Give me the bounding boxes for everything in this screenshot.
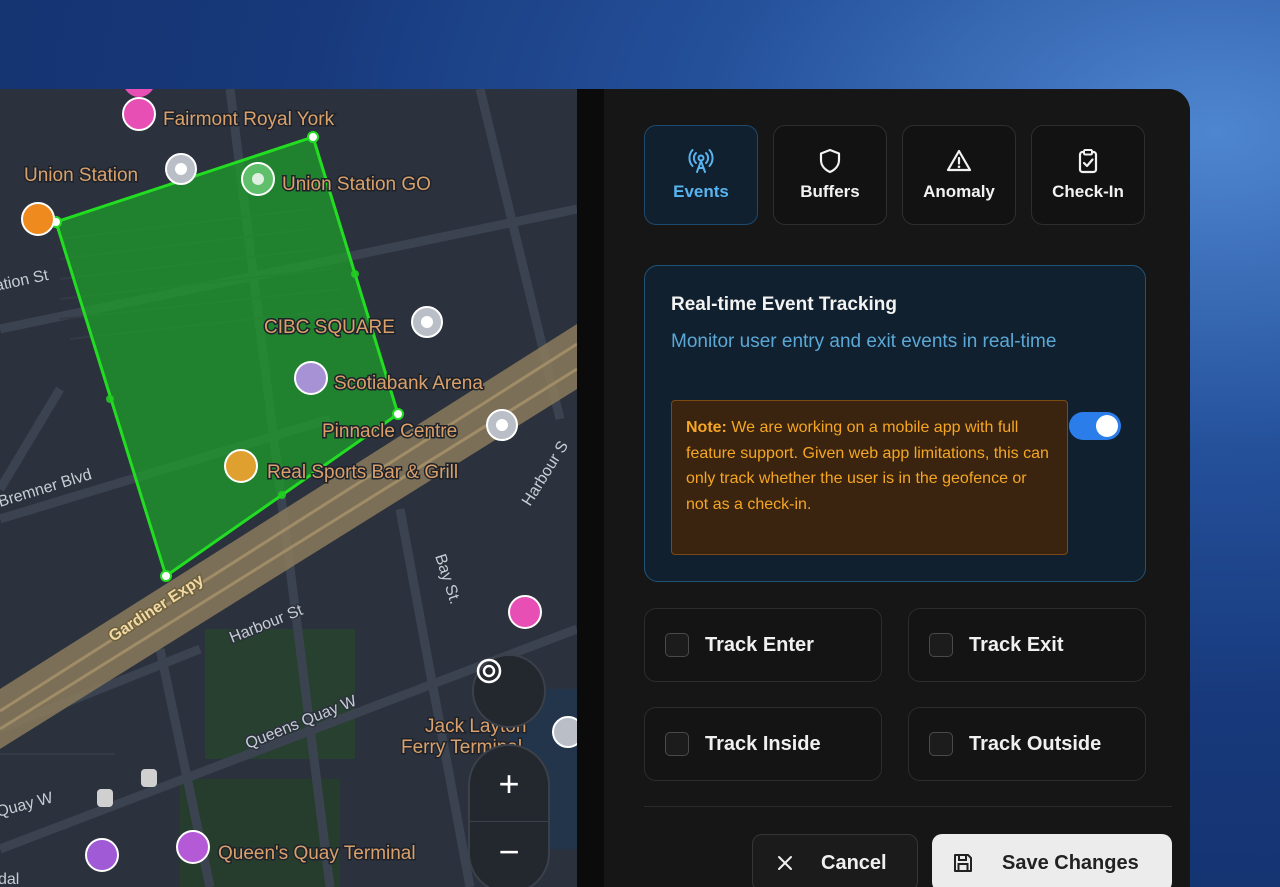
svg-text:Bay St.: Bay St.: [431, 552, 463, 606]
toggle-knob: [1096, 415, 1118, 437]
zoom-out-button[interactable]: −: [470, 822, 548, 882]
option-label: Track Inside: [705, 732, 821, 755]
track-enter-option[interactable]: Track Enter: [644, 608, 882, 682]
clipboard-check-icon: [1078, 149, 1098, 174]
place-label: Real Sports Bar & Grill: [267, 462, 458, 483]
warning-icon: [946, 149, 972, 172]
tab-check-in[interactable]: Check-In: [1031, 125, 1145, 225]
track-inside-option[interactable]: Track Inside: [644, 707, 882, 781]
svg-text:Quay W: Quay W: [0, 789, 56, 821]
track-outside-checkbox[interactable]: [929, 732, 953, 756]
card-title: Real-time Event Tracking: [671, 294, 897, 315]
tab-label: Events: [673, 182, 729, 201]
panel-divider[interactable]: [577, 89, 604, 887]
save-changes-button[interactable]: Save Changes: [932, 834, 1172, 887]
tab-label: Anomaly: [923, 182, 995, 201]
card-description: Monitor user entry and exit events in re…: [671, 331, 1057, 352]
app-window: Fairmont Royal York Union Station Union …: [0, 89, 1190, 887]
tab-buffers[interactable]: Buffers: [773, 125, 887, 225]
zoom-controls: + −: [468, 744, 550, 887]
svg-text:dal: dal: [0, 871, 19, 887]
place-label: CIBC SQUARE: [264, 317, 395, 338]
track-outside-option[interactable]: Track Outside: [908, 707, 1146, 781]
svg-text:ation St: ation St: [0, 267, 50, 295]
option-label: Track Exit: [969, 633, 1064, 656]
tab-anomaly[interactable]: Anomaly: [902, 125, 1016, 225]
tab-events[interactable]: Events: [644, 125, 758, 225]
track-inside-checkbox[interactable]: [665, 732, 689, 756]
place-label: Queen's Quay Terminal: [218, 843, 416, 864]
track-enter-checkbox[interactable]: [665, 633, 689, 657]
footer-divider: [644, 806, 1172, 807]
save-icon: [952, 852, 974, 874]
zoom-in-button[interactable]: +: [470, 746, 548, 822]
shield-icon: [819, 148, 841, 174]
map-view[interactable]: Fairmont Royal York Union Station Union …: [0, 89, 577, 887]
event-tracking-card: Real-time Event Tracking Monitor user en…: [644, 265, 1146, 582]
track-exit-checkbox[interactable]: [929, 633, 953, 657]
svg-text:Harbour S: Harbour S: [519, 438, 572, 509]
locate-button[interactable]: [472, 654, 546, 728]
cancel-button[interactable]: Cancel: [752, 834, 918, 887]
tab-label: Check-In: [1052, 182, 1124, 201]
place-label: Union Station GO: [282, 174, 431, 195]
option-label: Track Enter: [705, 633, 814, 656]
track-exit-option[interactable]: Track Exit: [908, 608, 1146, 682]
save-label: Save Changes: [1002, 851, 1139, 874]
note-text: We are working on a mobile app with full…: [686, 419, 1049, 513]
option-label: Track Outside: [969, 732, 1102, 755]
cancel-label: Cancel: [821, 851, 887, 874]
broadcast-icon: [688, 149, 714, 173]
place-label: Fairmont Royal York: [163, 109, 335, 130]
place-label: Pinnacle Centre: [322, 421, 457, 442]
place-label: Scotiabank Arena: [334, 373, 483, 394]
tab-label: Buffers: [800, 182, 860, 201]
note-box: Note: We are working on a mobile app wit…: [671, 400, 1068, 555]
note-label: Note:: [686, 419, 727, 436]
place-label: Union Station: [24, 165, 138, 186]
close-icon: [777, 855, 793, 871]
geofence-settings-panel: Events Buffers Anomaly Check-In Real-tim…: [604, 89, 1190, 887]
target-icon: [476, 658, 502, 684]
event-tracking-toggle[interactable]: [1069, 412, 1121, 440]
